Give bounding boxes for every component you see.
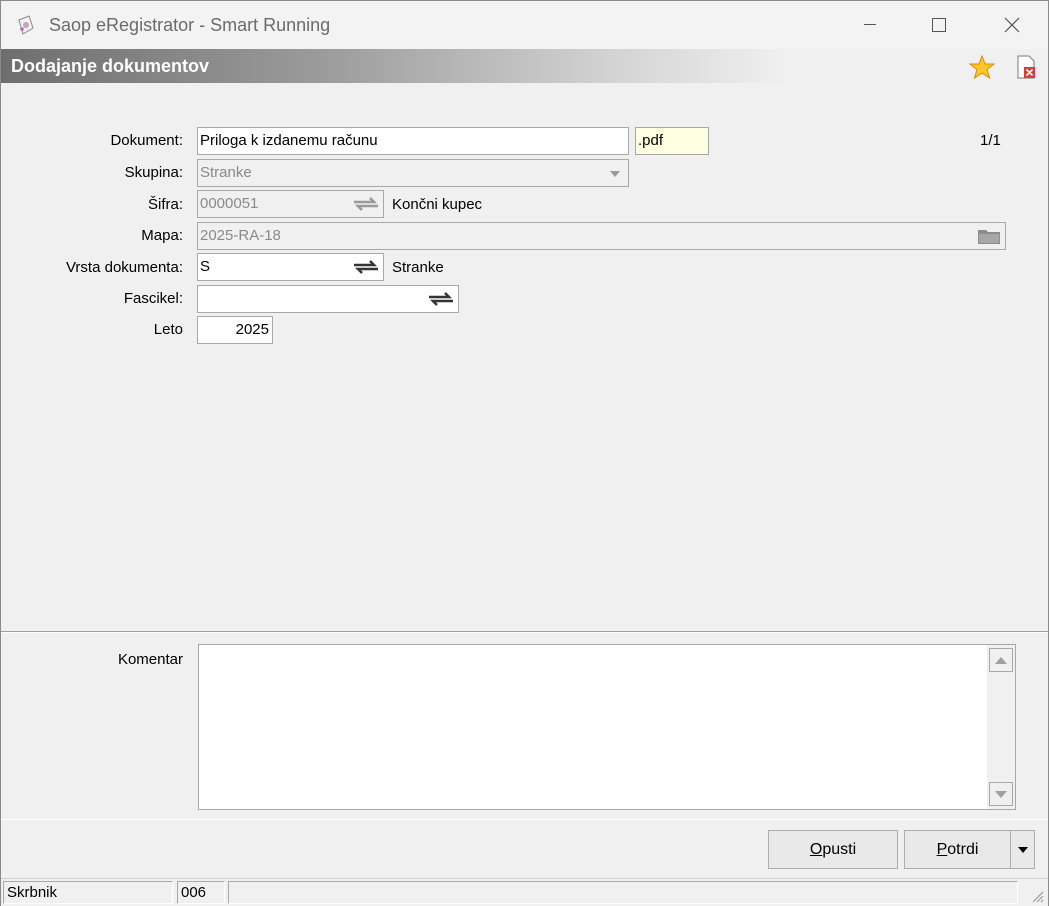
page-counter: 1/1 xyxy=(980,132,1001,149)
close-document-icon[interactable] xyxy=(1015,55,1037,79)
vrsta-description: Stranke xyxy=(392,259,444,276)
app-window: Saop eRegistrator - Smart Running Dodaja… xyxy=(0,0,1049,906)
chevron-down-icon xyxy=(610,171,620,177)
vrsta-value: S xyxy=(200,258,211,275)
swap-arrows-icon[interactable] xyxy=(427,291,455,307)
confirm-accel-key: P xyxy=(936,840,948,858)
leto-input[interactable]: 2025 xyxy=(197,316,273,344)
app-icon xyxy=(18,15,34,35)
maximize-button[interactable] xyxy=(916,1,962,49)
komentar-label: Komentar xyxy=(117,651,183,668)
arrow-up-icon xyxy=(995,656,1007,664)
minimize-icon xyxy=(864,24,876,25)
page-header: Dodajanje dokumentov xyxy=(1,49,1048,83)
mapa-label: Mapa: xyxy=(141,227,183,244)
dokument-label: Dokument: xyxy=(110,132,183,149)
komentar-textarea[interactable] xyxy=(198,644,1016,810)
cancel-button[interactable]: Opusti xyxy=(768,830,898,869)
status-message xyxy=(228,881,1018,904)
folder-icon[interactable] xyxy=(977,227,1001,245)
star-icon[interactable] xyxy=(969,55,995,79)
cancel-label: pusti xyxy=(822,840,857,858)
status-bar: Skrbnik 006 xyxy=(1,878,1048,906)
vrsta-label: Vrsta dokumenta: xyxy=(65,259,183,276)
skupina-label: Skupina: xyxy=(124,164,183,181)
title-bar: Saop eRegistrator - Smart Running xyxy=(1,1,1048,49)
mapa-value: 2025-RA-18 xyxy=(200,227,281,244)
chevron-down-icon xyxy=(1017,846,1028,853)
minimize-button[interactable] xyxy=(847,1,893,49)
scroll-down-button[interactable] xyxy=(989,782,1013,806)
button-bar-divider xyxy=(1,819,1048,820)
sifra-input[interactable]: 0000051 xyxy=(197,190,384,218)
swap-arrows-icon xyxy=(354,197,378,211)
section-divider xyxy=(1,631,1048,633)
leto-label: Leto xyxy=(153,321,183,338)
extension-field[interactable]: .pdf xyxy=(635,127,709,155)
fascikel-label: Fascikel: xyxy=(123,290,183,307)
sifra-description: Končni kupec xyxy=(392,196,483,213)
window-title: Saop eRegistrator - Smart Running xyxy=(49,15,331,35)
sifra-value: 0000051 xyxy=(200,195,259,212)
maximize-icon xyxy=(932,18,946,32)
close-icon xyxy=(1004,17,1020,33)
skupina-value: Stranke xyxy=(200,164,252,181)
cancel-accel-key: O xyxy=(809,840,823,858)
dokument-input[interactable]: Priloga k izdanemu računu xyxy=(197,127,629,155)
status-code: 006 xyxy=(177,881,225,904)
confirm-dropdown-button[interactable] xyxy=(1010,830,1035,869)
resize-grip-icon[interactable] xyxy=(1030,889,1044,903)
fascikel-input[interactable] xyxy=(197,285,459,313)
arrow-down-icon xyxy=(995,790,1007,798)
swap-arrows-icon[interactable] xyxy=(352,259,380,275)
komentar-scrollbar[interactable] xyxy=(987,645,1015,809)
scroll-up-button[interactable] xyxy=(989,648,1013,672)
close-button[interactable] xyxy=(989,1,1035,49)
status-user: Skrbnik xyxy=(3,881,173,904)
mapa-input[interactable]: 2025-RA-18 xyxy=(197,222,1006,250)
sifra-label: Šifra: xyxy=(147,196,183,213)
confirm-button[interactable]: Potrdi xyxy=(904,830,1011,869)
skupina-dropdown[interactable]: Stranke xyxy=(197,159,629,187)
confirm-label: otrdi xyxy=(947,840,979,858)
vrsta-input[interactable]: S xyxy=(197,253,384,281)
page-title: Dodajanje dokumentov xyxy=(11,56,210,76)
